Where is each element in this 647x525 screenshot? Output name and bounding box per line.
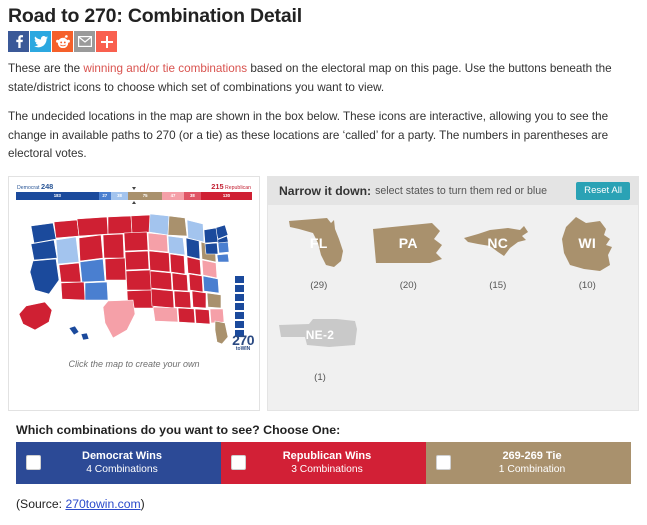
democrat-label: Democrat — [17, 184, 40, 191]
intro-p1-highlight: winning and/or tie combinations — [83, 62, 248, 76]
state-shape-wi-icon: WI — [543, 213, 633, 273]
twitter-share-button[interactable] — [30, 31, 51, 53]
state-votes-label: (20) — [399, 279, 417, 291]
electoral-bar-track: 183 27 38 75 47 38 130 — [16, 192, 252, 201]
combination-option-2[interactable]: Republican Wins 3 Combinations — [221, 441, 426, 484]
social-share-bar — [8, 31, 639, 53]
state-shape-ne-2-icon: NE-2 — [274, 305, 366, 365]
state-toggle-pa[interactable]: PA (20) — [364, 213, 454, 291]
more-share-button[interactable] — [96, 31, 117, 53]
state-votes-label: (10) — [578, 279, 596, 291]
state-toggle-nc[interactable]: NC (15) — [453, 213, 543, 291]
state-shape-nc-icon: NC — [453, 213, 543, 273]
map-caption: Click the map to create your own — [68, 358, 200, 369]
democrat-total: 248 — [40, 181, 54, 191]
electoral-vote-bar: Democrat 248 215 Republican 183 27 38 75 47 3… — [16, 183, 252, 205]
source-line: (Source: 270towin.com) — [16, 497, 639, 511]
undecided-states-row-1: FL (29) PA (20) NC (15) WI (10) — [274, 213, 632, 291]
state-votes-label: (1) — [314, 371, 326, 383]
bar-segment-solid-d: 183 — [16, 192, 99, 201]
combination-checkbox[interactable] — [26, 455, 41, 471]
facebook-share-button[interactable] — [8, 31, 29, 53]
intro-p1-text-a: These are the — [8, 62, 84, 76]
bar-segment-lean-d: 38 — [110, 192, 129, 201]
page-root: Road to 270: Combination Detail These ar… — [0, 5, 647, 525]
twitter-icon — [33, 35, 48, 48]
narrow-heading: Narrow it down: — [279, 183, 372, 198]
republican-tally: 215 Republican — [211, 183, 251, 191]
state-votes-label: (29) — [310, 279, 328, 291]
envelope-icon — [77, 36, 92, 48]
state-toggle-wi[interactable]: WI (10) — [543, 213, 633, 291]
bar-segment-tossup: 75 — [128, 192, 163, 201]
combination-subtitle: 4 Combinations — [86, 464, 158, 476]
bar-segment-solid-r: 130 — [200, 192, 252, 201]
reddit-icon — [55, 35, 70, 49]
bar-segment-likely-r: 38 — [183, 192, 201, 201]
bar-segment-lean-r: 47 — [162, 192, 184, 201]
state-votes-label: (15) — [489, 279, 507, 291]
email-share-button[interactable] — [74, 31, 95, 53]
republican-total: 215 — [211, 181, 224, 191]
source-link[interactable]: 270towin.com — [65, 497, 140, 511]
combination-subtitle: 1 Combination — [498, 464, 566, 476]
bar-marker-top-icon — [132, 186, 136, 190]
state-toggle-ne-2[interactable]: NE-2 (1) — [274, 305, 366, 383]
choose-combinations-label: Which combinations do you want to see? C… — [16, 422, 341, 437]
state-shape-pa-icon: PA — [364, 213, 454, 273]
page-title: Road to 270: Combination Detail — [8, 5, 302, 27]
combination-option-3[interactable]: 269-269 Tie 1 Combination — [426, 441, 631, 484]
270towin-logo: 270 toWIN — [232, 333, 254, 351]
democrat-tally: Democrat 248 — [17, 183, 53, 191]
narrow-subheading: select states to turn them red or blue — [375, 184, 548, 197]
combination-text: 269-269 Tie 1 Combination — [451, 449, 631, 476]
state-toggle-fl[interactable]: FL (29) — [274, 213, 364, 291]
combination-text: Democrat Wins 4 Combinations — [41, 449, 221, 476]
combination-title: 269-269 Tie — [502, 450, 562, 463]
source-suffix: ) — [140, 496, 145, 511]
facebook-icon — [13, 35, 25, 49]
state-shape-fl-icon: FL — [274, 213, 364, 273]
bar-segment-likely-d: 27 — [98, 192, 111, 201]
main-content-row: Democrat 248 215 Republican 183 27 38 75 47 3… — [8, 175, 639, 411]
plus-icon — [100, 35, 113, 48]
undecided-states-row-2: NE-2 (1) — [274, 305, 632, 383]
combination-checkbox[interactable] — [436, 455, 451, 471]
intro-paragraph-1: These are the winning and/or tie combina… — [8, 60, 639, 97]
combination-subtitle: 3 Combinations — [291, 464, 363, 476]
reddit-share-button[interactable] — [52, 31, 73, 53]
narrow-panel-header: Narrow it down: select states to turn th… — [268, 176, 638, 205]
us-map-graphic[interactable]: 270 toWIN — [9, 202, 259, 352]
source-prefix: (Source: — [16, 496, 66, 511]
combination-checkbox[interactable] — [231, 455, 246, 471]
undecided-states-area: FL (29) PA (20) NC (15) WI (10) NE-2 (1) — [268, 205, 638, 383]
electoral-map-card[interactable]: Democrat 248 215 Republican 183 27 38 75 47 3… — [8, 175, 260, 411]
reset-all-button[interactable]: Reset All — [576, 182, 630, 200]
combination-text: Republican Wins 3 Combinations — [246, 449, 426, 476]
intro-paragraph-2: The undecided locations in the map are s… — [8, 110, 609, 161]
combination-option-1[interactable]: Democrat Wins 4 Combinations — [16, 441, 221, 484]
combination-title: Democrat Wins — [82, 450, 162, 463]
combination-title: Republican Wins — [282, 450, 372, 463]
combination-option-row: Democrat Wins 4 Combinations Republican Wi… — [16, 441, 631, 484]
narrow-it-down-panel: Narrow it down: select states to turn th… — [267, 175, 639, 411]
republican-label: Republican — [225, 184, 251, 191]
